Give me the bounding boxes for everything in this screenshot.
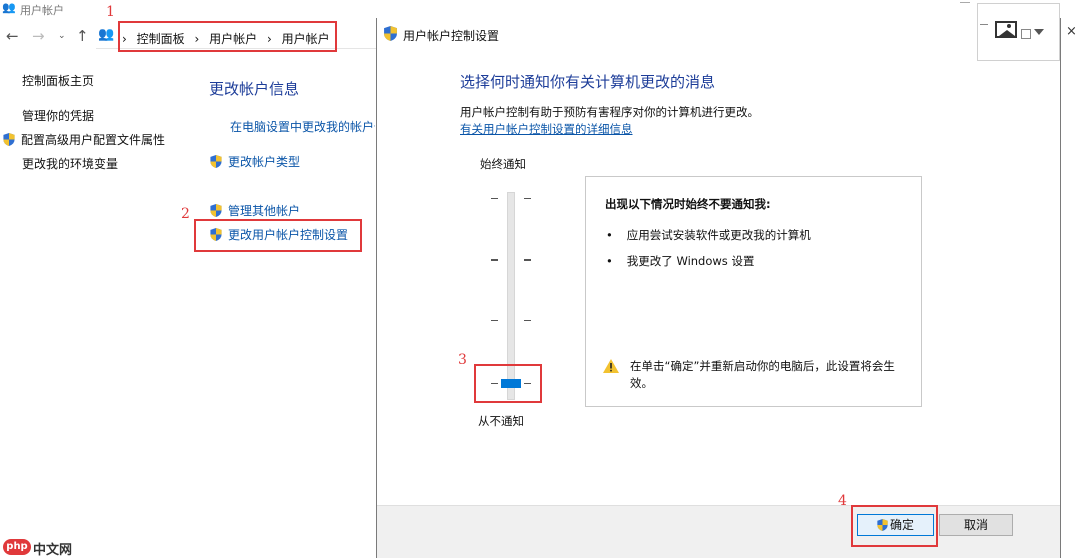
left-link-label: 配置高级用户配置文件属性 bbox=[21, 133, 166, 147]
uac-help-link[interactable]: 有关用户帐户控制设置的详细信息 bbox=[460, 121, 633, 137]
left-link-control-panel-home[interactable]: 控制面板主页 bbox=[22, 72, 94, 89]
image-mountain-icon bbox=[999, 30, 1015, 36]
bullet-dot-icon: • bbox=[606, 254, 613, 268]
bullet-text: 我更改了 Windows 设置 bbox=[626, 254, 755, 268]
watermark-text: 中文网 bbox=[33, 543, 73, 558]
up-arrow-icon[interactable]: ↑ bbox=[76, 27, 89, 45]
slider-tick bbox=[524, 198, 531, 199]
window-minimize-icon[interactable] bbox=[960, 2, 970, 3]
window-close-icon[interactable]: × bbox=[1066, 24, 1077, 39]
annotation-box-2 bbox=[194, 219, 362, 252]
annotation-number-1: 1 bbox=[106, 4, 115, 20]
dialog-heading: 选择何时通知你有关计算机更改的消息 bbox=[460, 73, 716, 91]
link-label: 更改帐户类型 bbox=[228, 155, 301, 169]
uac-shield-icon bbox=[210, 155, 222, 168]
dropdown-arrow-icon[interactable] bbox=[1034, 29, 1044, 35]
users-app-icon: 👥 bbox=[2, 1, 16, 14]
dialog-title: 用户帐户控制设置 bbox=[403, 29, 500, 43]
bullet-text: 应用尝试安装软件或更改我的计算机 bbox=[626, 228, 811, 242]
bullet-dot-icon: • bbox=[606, 228, 613, 242]
dialog-description: 用户帐户控制有助于预防有害程序对你的计算机进行更改。 bbox=[460, 105, 759, 119]
link-pc-settings[interactable]: 在电脑设置中更改我的帐户信 bbox=[230, 118, 375, 135]
slider-tick bbox=[524, 320, 531, 321]
warning-text-line1: 在单击“确定”并重新启动你的电脑后，此设置将会生 bbox=[630, 359, 895, 373]
checkbox-icon[interactable] bbox=[1021, 29, 1031, 39]
left-link-manage-credentials[interactable]: 管理你的凭据 bbox=[22, 107, 94, 124]
uac-shield-icon bbox=[210, 204, 222, 217]
minus-icon[interactable] bbox=[980, 24, 988, 25]
annotation-box-3 bbox=[474, 364, 542, 403]
link-label: 管理其他帐户 bbox=[228, 204, 301, 218]
left-link-advanced-profile[interactable]: 配置高级用户配置文件属性 bbox=[3, 131, 165, 148]
recent-dropdown-icon[interactable]: ⌄ bbox=[58, 31, 66, 41]
annotation-number-4: 4 bbox=[838, 493, 847, 509]
slider-top-label: 始终通知 bbox=[480, 157, 526, 171]
php-logo: php bbox=[3, 539, 31, 555]
warning-text-line2: 效。 bbox=[630, 376, 653, 390]
slider-tick bbox=[524, 259, 531, 261]
info-title: 出现以下情况时始终不要通知我: bbox=[605, 197, 771, 211]
image-sun-icon bbox=[1007, 24, 1011, 28]
annotation-box-1 bbox=[118, 21, 337, 52]
window-titlebar: 👥 用户帐户 bbox=[0, 0, 380, 18]
left-link-environment-vars[interactable]: 更改我的环境变量 bbox=[22, 155, 118, 172]
page-title: 更改帐户信息 bbox=[209, 80, 300, 98]
uac-shield-icon bbox=[3, 133, 15, 146]
slider-tick bbox=[491, 198, 498, 199]
slider-tick bbox=[491, 320, 498, 321]
window-title: 用户帐户 bbox=[20, 4, 64, 17]
link-manage-other-accounts[interactable]: 管理其他帐户 bbox=[210, 202, 300, 219]
annotation-number-3: 3 bbox=[458, 352, 467, 368]
uac-shield-icon bbox=[384, 26, 397, 41]
slider-tick bbox=[491, 259, 498, 261]
image-icon[interactable] bbox=[995, 21, 1017, 38]
annotation-box-4 bbox=[851, 505, 938, 547]
warning-icon bbox=[603, 359, 619, 373]
forward-arrow-icon[interactable]: → bbox=[32, 27, 45, 45]
link-change-account-type[interactable]: 更改帐户类型 bbox=[210, 153, 300, 170]
annotation-number-2: 2 bbox=[181, 206, 190, 222]
cancel-button[interactable]: 取消 bbox=[939, 514, 1013, 536]
slider-bottom-label: 从不通知 bbox=[478, 414, 524, 428]
image-toolbar bbox=[977, 3, 1060, 61]
info-bullet: • 我更改了 Windows 设置 bbox=[606, 253, 754, 269]
info-bullet: • 应用尝试安装软件或更改我的计算机 bbox=[606, 227, 811, 243]
back-arrow-icon[interactable]: ← bbox=[6, 27, 19, 45]
